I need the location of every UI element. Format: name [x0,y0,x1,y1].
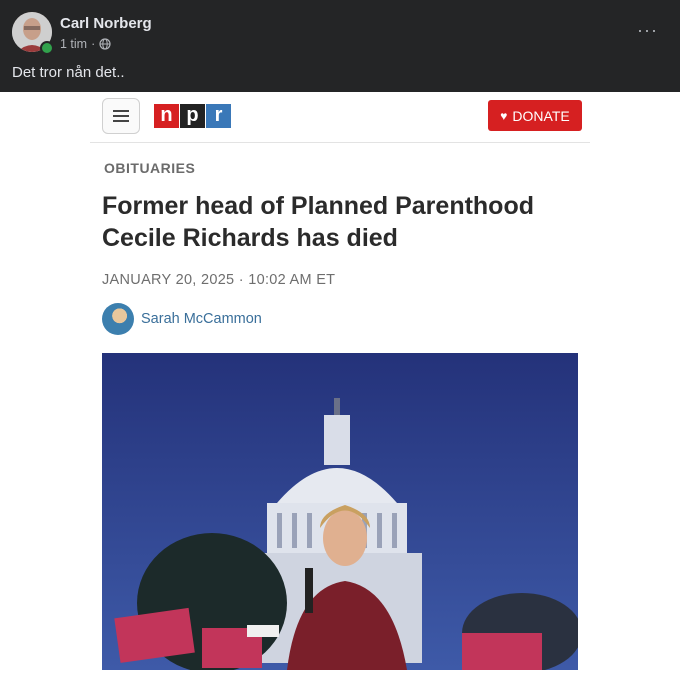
meta-separator: · [91,37,96,51]
header-divider [90,142,590,143]
post-caption: Det tror nån det.. [12,64,125,81]
post-meta: 1 tim · [60,37,111,51]
post-header: Carl Norberg 1 tim · ··· Det tror nån de… [0,0,680,92]
post-time[interactable]: 1 tim [60,37,87,51]
article-photo [102,353,578,670]
npr-logo-p: p [180,104,205,128]
shared-article-screenshot[interactable]: n p r ♥ DONATE OBITUARIES Former head of… [90,92,590,679]
author-photo [102,303,134,335]
hamburger-menu-icon[interactable] [102,98,140,134]
post-author-name[interactable]: Carl Norberg [60,15,152,32]
more-options-icon[interactable]: ··· [637,21,658,39]
heart-icon: ♥ [500,108,508,123]
donate-button[interactable]: ♥ DONATE [488,100,582,131]
globe-icon [99,38,111,50]
npr-logo-r: r [206,104,231,128]
article-dateline: JANUARY 20, 2025 · 10:02 AM ET [102,272,336,288]
npr-logo[interactable]: n p r [154,104,232,128]
npr-logo-n: n [154,104,179,128]
article-headline: Former head of Planned Parenthood Cecile… [102,192,534,252]
donate-label: DONATE [512,107,570,124]
article-author-link[interactable]: Sarah McCammon [141,311,262,327]
online-status-indicator [40,41,54,55]
section-label[interactable]: OBITUARIES [104,160,195,176]
